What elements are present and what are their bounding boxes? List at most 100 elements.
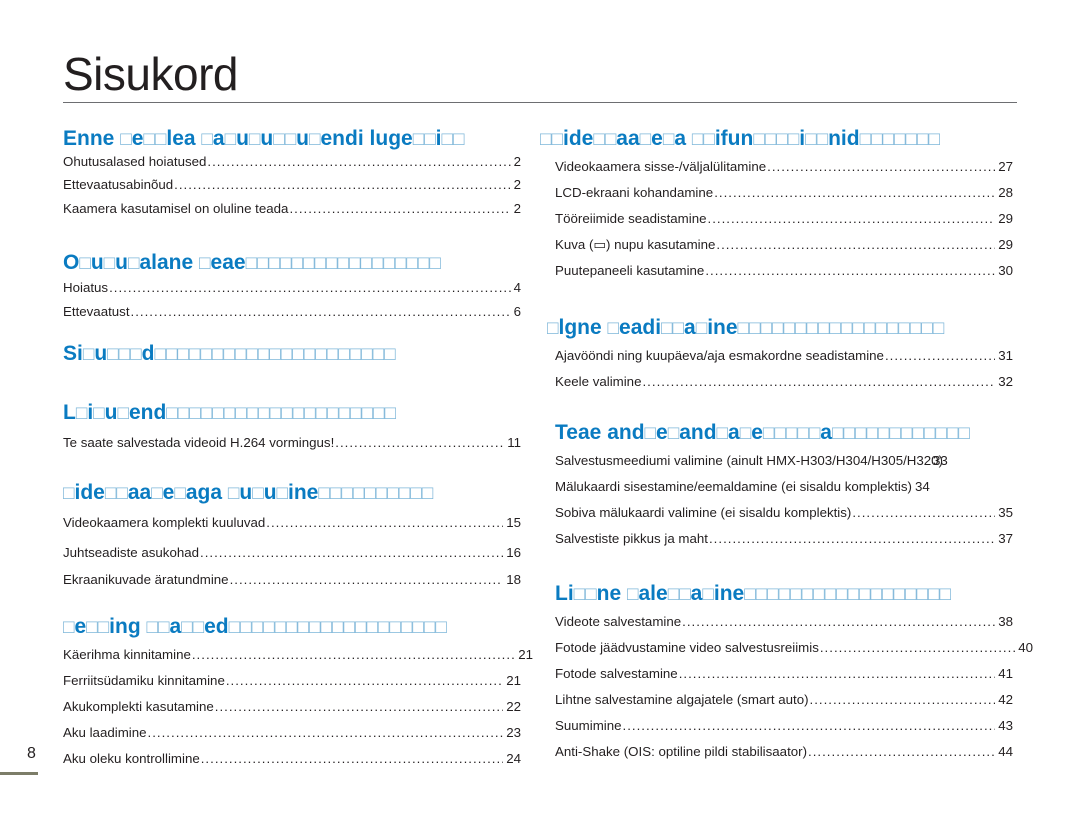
- missing-glyph-box: □: [352, 483, 365, 504]
- missing-glyph-box: □: [251, 617, 264, 638]
- missing-glyph-box: □: [189, 403, 201, 424]
- section-heading[interactable]: □e□□ing □□a□□ed□□□□□□□□□□□□□□□□□□□: [63, 614, 533, 640]
- entry-page: 35: [998, 505, 1013, 520]
- entry-label: Kuva (▭) nupu kasutamine: [555, 237, 716, 252]
- missing-glyph-box: □: [63, 617, 75, 638]
- toc-entry[interactable]: Ferriitsüdamiku kinnitamine 21: [63, 668, 521, 694]
- missing-glyph-box: □: [384, 403, 396, 424]
- toc-entry[interactable]: Keele valimine 32: [555, 369, 1013, 395]
- missing-glyph-box: □: [211, 344, 224, 365]
- missing-glyph-box: □: [157, 617, 170, 638]
- missing-glyph-box: □: [79, 253, 91, 274]
- toc-entry[interactable]: Videokaamera sisse-/väljalülitamine 27: [555, 154, 1013, 180]
- toc-entry[interactable]: Ajavööndi ning kuupäeva/aja esmakordne s…: [555, 343, 1013, 369]
- missing-glyph-box: □: [337, 253, 349, 274]
- toc-entry[interactable]: Aku oleku kontrollimine 24: [63, 746, 521, 772]
- missing-glyph-box: □: [806, 318, 818, 339]
- toc-entry[interactable]: Hoiatus 4: [63, 276, 521, 300]
- section-heading[interactable]: □lgne □eadi□□a□ine□□□□□□□□□□□□□□□□□□: [547, 315, 1013, 341]
- toc-entry[interactable]: Ekraanikuvade äratundmine 18: [63, 570, 521, 590]
- entry-label: Aku oleku kontrollimine: [63, 751, 200, 766]
- section-heading[interactable]: Enne □e□□lea □a□u□u□□u□endi luge□□i□□: [63, 126, 521, 152]
- missing-glyph-box: □: [177, 344, 189, 365]
- toc-entry[interactable]: Kuva (▭) nupu kasutamine 29: [555, 232, 1013, 258]
- entry-page: 21: [506, 673, 521, 688]
- toc-entry[interactable]: Mälukaardi sisestamine/eemaldamine (ei s…: [555, 474, 1013, 500]
- toc-entry[interactable]: Salvestusmeediumi valimine (ainult HMX-H…: [555, 448, 1013, 474]
- dot-leader: [207, 150, 510, 173]
- section-heading[interactable]: L□i□u□end□□□□□□□□□□□□□□□□□□□□: [63, 400, 521, 426]
- missing-glyph-box: □: [797, 423, 809, 444]
- missing-glyph-box: □: [188, 344, 201, 365]
- toc-entry[interactable]: Tööreiimide seadistamine 29: [555, 206, 1013, 232]
- toc-entry[interactable]: Juhtseadiste asukohad 16: [63, 536, 521, 570]
- missing-glyph-box: □: [932, 318, 945, 339]
- toc-entry[interactable]: Videokaamera komplekti kuuluvad 15: [63, 510, 521, 536]
- missing-glyph-box: □: [318, 483, 330, 504]
- section-heading[interactable]: O□u□u□alane □eae□□□□□□□□□□□□□□□□□: [63, 250, 521, 276]
- missing-glyph-box: □: [350, 403, 362, 424]
- toc-entry[interactable]: Fotode jäädvustamine video salvestusreii…: [555, 635, 1033, 661]
- missing-glyph-box: □: [314, 253, 326, 274]
- missing-glyph-box: □: [338, 344, 350, 365]
- section-heading[interactable]: Si□u□□□d□□□□□□□□□□□□□□□□□□□□□: [63, 341, 521, 367]
- missing-glyph-box: □: [661, 318, 673, 339]
- dot-leader: [885, 343, 995, 369]
- missing-glyph-box: □: [286, 617, 298, 638]
- missing-glyph-box: □: [371, 253, 384, 274]
- missing-glyph-box: □: [441, 129, 453, 150]
- toc-entry[interactable]: Videote salvestamine 38: [555, 609, 1013, 635]
- section-heading[interactable]: Teae and□e□and□a□e□□□□□a□□□□□□□□□□□□: [555, 420, 1013, 446]
- missing-glyph-box: □: [958, 423, 970, 444]
- missing-glyph-box: □: [117, 403, 129, 424]
- toc-entry[interactable]: Akukomplekti kasutamine 22: [63, 694, 521, 720]
- toc-entry[interactable]: Käerihma kinnitamine 21: [63, 642, 533, 668]
- dot-leader: [215, 694, 503, 720]
- missing-glyph-box: □: [120, 129, 132, 150]
- missing-glyph-box: □: [349, 344, 362, 365]
- entry-label: Akukomplekti kasutamine: [63, 699, 214, 714]
- toc-entry[interactable]: Anti-Shake (OIS: optiline pildi stabilis…: [555, 739, 1013, 765]
- entry-label: Juhtseadiste asukohad: [63, 545, 200, 560]
- toc-entry[interactable]: Puutepaneeli kasutamine 30: [555, 258, 1013, 284]
- toc-entry[interactable]: Kaamera kasutamisel on oluline teada 2: [63, 197, 521, 221]
- entry-label: Videote salvestamine: [555, 614, 682, 629]
- missing-glyph-box: □: [303, 253, 315, 274]
- missing-glyph-box: □: [453, 129, 465, 150]
- entry-page: 28: [998, 185, 1013, 200]
- section-heading[interactable]: Li□□ne □ale□□a□ine□□□□□□□□□□□□□□□□□□: [555, 581, 1045, 607]
- missing-glyph-box: □: [104, 483, 117, 504]
- toc-entry[interactable]: Aku laadimine 23: [63, 720, 521, 746]
- missing-glyph-box: □: [375, 483, 388, 504]
- missing-glyph-box: □: [269, 344, 281, 365]
- toc-entry[interactable]: Fotode salvestamine 41: [555, 661, 1013, 687]
- missing-glyph-box: □: [898, 318, 910, 339]
- toc-entry[interactable]: Ohutusalased hoiatused 2: [63, 150, 521, 173]
- toc-entry[interactable]: Ettevaatust 6: [63, 300, 521, 324]
- missing-glyph-box: □: [889, 423, 901, 444]
- missing-glyph-box: □: [921, 318, 933, 339]
- dot-leader: [716, 232, 995, 258]
- toc-entry[interactable]: Lihtne salvestamine algajatele (smart au…: [555, 687, 1013, 713]
- toc-entry[interactable]: Salvestiste pikkus ja maht 37: [555, 526, 1013, 552]
- entry-page: 38: [998, 614, 1013, 629]
- section-heading[interactable]: □□ide□□aa□e□a □□ifun□□□□i□□nid□□□□□□□: [540, 126, 1013, 152]
- entry-page: 34: [914, 479, 930, 494]
- toc-entry[interactable]: Sobiva mälukaardi valimine (ei sisaldu k…: [555, 500, 1013, 526]
- missing-glyph-box: □: [644, 423, 657, 444]
- toc-entry[interactable]: Suumimine 43: [555, 713, 1013, 739]
- entry-page: 15: [506, 515, 521, 530]
- toc-entry[interactable]: Te saate salvestada videoid H.264 vormin…: [63, 430, 521, 456]
- missing-glyph-box: □: [774, 423, 786, 444]
- toc-entry[interactable]: Ettevaatusabinõud 2: [63, 173, 521, 197]
- missing-glyph-box: □: [86, 617, 98, 638]
- section-heading[interactable]: □ide□□aa□e□aga □u□u□ine□□□□□□□□□□: [63, 480, 521, 506]
- missing-glyph-box: □: [240, 617, 252, 638]
- missing-glyph-box: □: [281, 403, 293, 424]
- missing-glyph-box: □: [662, 129, 675, 150]
- missing-glyph-box: □: [343, 617, 355, 638]
- entry-label: Lihtne salvestamine algajatele (smart au…: [555, 692, 809, 707]
- entry-page: 43: [998, 718, 1013, 733]
- dot-leader: [192, 642, 515, 668]
- toc-entry[interactable]: LCD-ekraani kohandamine 28: [555, 180, 1013, 206]
